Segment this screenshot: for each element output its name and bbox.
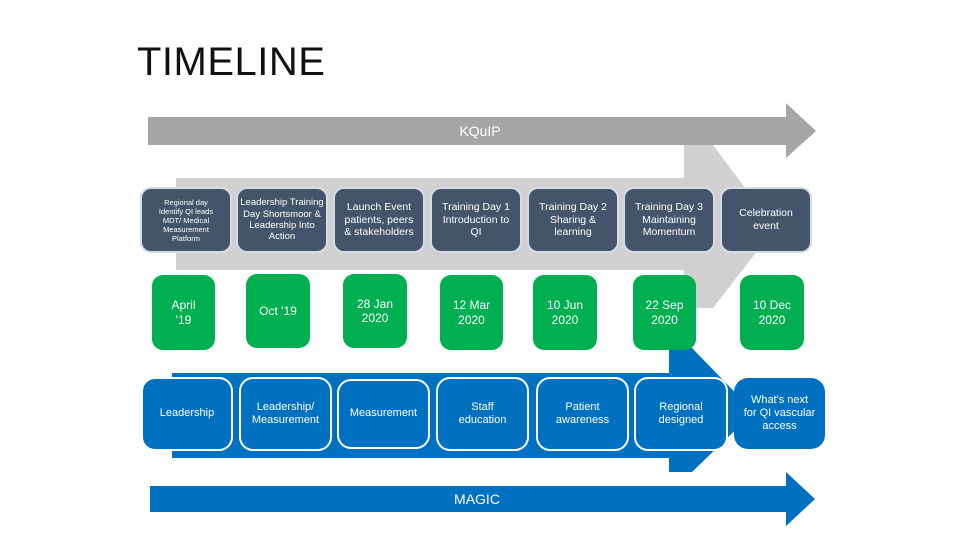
phase-label: Training Day 2 Sharing & learning: [539, 201, 607, 239]
date-box: 10 Dec 2020: [740, 275, 804, 350]
theme-label: Regional designed: [658, 400, 704, 426]
phase-box-training-day-3: Training Day 3 Maintaining Momentum: [623, 187, 715, 253]
date-label: 22 Sep 2020: [645, 298, 684, 327]
date-box: April '19: [152, 275, 215, 350]
phase-label: Celebration event: [739, 207, 793, 232]
phase-label: Regional day Identify QI leads MDT/ Medi…: [158, 197, 214, 243]
theme-label: Patient awareness: [555, 400, 610, 426]
phase-box-celebration: Celebration event: [720, 187, 812, 253]
phase-box-launch-event: Launch Event patients, peers & stakehold…: [333, 187, 425, 253]
date-label: 10 Jun 2020: [546, 298, 584, 327]
theme-label: What's next for QI vascular access: [743, 393, 816, 433]
theme-label: Leadership: [159, 407, 215, 420]
theme-label: Staff education: [458, 400, 507, 426]
theme-label: Leadership/ Measurement: [251, 400, 320, 426]
kquip-label: KQuIP: [459, 123, 501, 139]
phase-box-training-day-2: Training Day 2 Sharing & learning: [527, 187, 619, 253]
phase-label: Launch Event patients, peers & stakehold…: [344, 201, 414, 239]
date-box: 12 Mar 2020: [440, 275, 503, 350]
date-box: 10 Jun 2020: [533, 275, 597, 350]
date-box: 28 Jan 2020: [343, 274, 407, 348]
phase-box-leadership-training: Leadership Training Day Shortsmoor & Lea…: [236, 187, 328, 253]
date-label: Oct '19: [259, 303, 297, 318]
timeline-background: [148, 103, 816, 526]
theme-box-regional-designed: Regional designed: [634, 377, 728, 451]
date-box: Oct '19: [246, 274, 310, 348]
date-label: 12 Mar 2020: [452, 298, 491, 327]
theme-label: Measurement: [349, 407, 418, 420]
theme-box-patient-awareness: Patient awareness: [536, 377, 629, 451]
phase-box-training-day-1: Training Day 1 Introduction to QI: [430, 187, 522, 253]
date-label: April '19: [171, 298, 196, 327]
date-box: 22 Sep 2020: [633, 275, 696, 350]
theme-box-staff-education: Staff education: [436, 377, 529, 451]
phase-label: Training Day 1 Introduction to QI: [442, 201, 510, 239]
phase-label: Leadership Training Day Shortsmoor & Lea…: [240, 197, 324, 243]
theme-box-whats-next: What's next for QI vascular access: [734, 378, 825, 449]
date-label: 10 Dec 2020: [752, 298, 792, 327]
phase-label: Training Day 3 Maintaining Momentum: [635, 201, 703, 239]
date-label: 28 Jan 2020: [356, 296, 394, 325]
theme-box-measurement: Measurement: [337, 379, 430, 449]
magic-label: MAGIC: [454, 491, 500, 507]
theme-box-leadership-measurement: Leadership/ Measurement: [239, 377, 332, 451]
phase-box-regional-day: Regional day Identify QI leads MDT/ Medi…: [140, 187, 232, 253]
theme-box-leadership: Leadership: [141, 377, 233, 451]
